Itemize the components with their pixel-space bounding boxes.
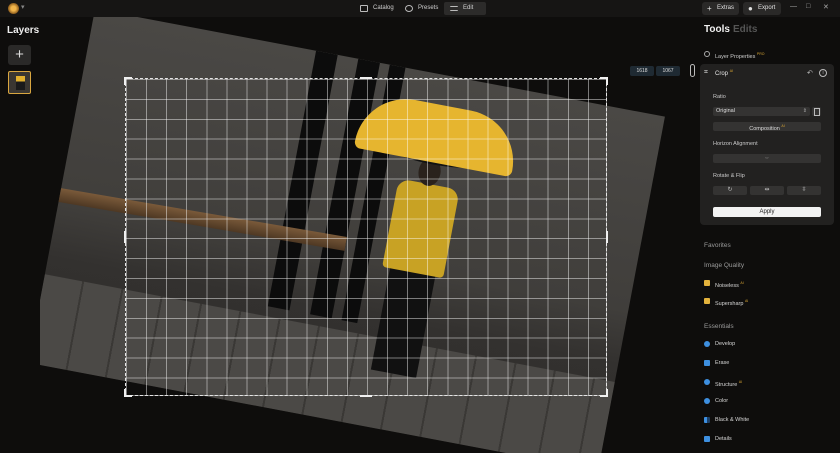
tab-presets[interactable]: Presets <box>399 2 441 15</box>
tool-develop[interactable]: Develop <box>704 339 735 349</box>
tool-label: Supersharp <box>715 300 744 307</box>
tool-label: Noiseless <box>715 282 739 289</box>
erase-icon <box>704 360 710 366</box>
supersharp-icon <box>704 298 710 304</box>
structure-icon <box>704 379 710 385</box>
apply-button[interactable]: Apply <box>713 207 821 217</box>
ratio-select[interactable]: Original ⇕ <box>713 107 810 116</box>
rotate-button[interactable]: ↻ <box>713 186 747 195</box>
layer-thumbnail[interactable] <box>8 71 31 94</box>
edits-tab[interactable]: Edits <box>733 24 757 35</box>
presets-icon <box>405 5 413 12</box>
export-label: Export <box>758 5 776 11</box>
layers-title: Layers <box>7 25 40 36</box>
crop-edge-handle[interactable] <box>360 395 372 397</box>
tool-label: Develop <box>715 341 736 347</box>
tool-supersharp[interactable]: Supersharp AI <box>704 296 749 307</box>
catalog-icon <box>360 5 368 12</box>
ratio-value: Original <box>716 108 735 114</box>
crop-corner-handle[interactable] <box>124 389 126 397</box>
tool-label: Erase <box>715 360 730 366</box>
ai-badge: AI <box>781 124 785 128</box>
tab-catalog[interactable]: Catalog <box>354 2 396 15</box>
tab-edit[interactable]: Edit <box>444 2 486 15</box>
export-icon: ● <box>748 4 753 13</box>
composition-button[interactable]: Composition AI <box>713 122 821 132</box>
info-icon[interactable]: i <box>819 69 827 77</box>
details-icon <box>704 436 710 442</box>
ai-badge: AI <box>740 281 744 285</box>
color-icon <box>704 398 710 404</box>
link-icon[interactable] <box>690 64 695 77</box>
layer-properties-icon <box>704 51 710 57</box>
tool-color[interactable]: Color <box>704 396 728 406</box>
tool-label: Color <box>715 398 729 404</box>
ai-badge: AI <box>744 299 749 303</box>
image-quality-title: Image Quality <box>704 262 745 269</box>
tool-label: Black & White <box>715 417 750 423</box>
horizon-alignment-label: Horizon Alignment <box>713 141 758 147</box>
crop-corner-handle[interactable] <box>606 77 608 85</box>
plus-icon: + <box>707 4 712 13</box>
crop-frame[interactable] <box>124 77 608 397</box>
crop-width-value[interactable]: 1618 <box>630 66 654 76</box>
crop-edge-handle[interactable] <box>360 77 372 79</box>
flip-horizontal-button[interactable]: ⇹ <box>750 186 784 195</box>
crop-icon: ⌗ <box>704 69 708 76</box>
image-canvas[interactable] <box>40 17 698 453</box>
favorites-title: Favorites <box>704 242 731 249</box>
tab-catalog-label: Catalog <box>373 5 394 11</box>
crop-title: Crop <box>715 71 729 77</box>
tab-edit-label: Edit <box>463 5 474 11</box>
minimize-button[interactable]: — <box>790 3 797 10</box>
extras-label: Extras <box>717 5 735 11</box>
edit-icon <box>450 6 458 11</box>
extras-button[interactable]: + Extras <box>702 2 739 15</box>
rotate-flip-label: Rotate & Flip <box>713 173 745 179</box>
crop-height-value[interactable]: 1067 <box>656 66 680 76</box>
crop-corner-handle[interactable] <box>124 77 126 85</box>
composition-label: Composition <box>749 125 780 132</box>
crop-edge-handle[interactable] <box>124 231 126 243</box>
chevron-updown-icon: ⇕ <box>802 108 807 114</box>
tab-presets-label: Presets <box>418 5 439 11</box>
tool-noiseless[interactable]: Noiseless AI <box>704 278 744 289</box>
crop-header[interactable]: ⌗ Crop AI <box>704 69 733 77</box>
pro-badge: PRO <box>756 52 765 56</box>
tool-structure[interactable]: Structure AI <box>704 377 743 388</box>
tool-black-white[interactable]: Black & White <box>704 415 749 425</box>
ratio-label: Ratio <box>713 94 726 100</box>
crop-corner-handle[interactable] <box>606 389 608 397</box>
layer-properties-item[interactable]: Layer Properties PRO <box>704 49 765 60</box>
undo-icon[interactable]: ↶ <box>807 69 813 77</box>
black-white-icon <box>704 417 710 423</box>
export-button[interactable]: ● Export <box>743 2 781 15</box>
top-bar: ▾ Catalog Presets Edit + Extras ● Export… <box>0 0 840 17</box>
ai-badge: AI <box>729 69 733 73</box>
noiseless-icon <box>704 280 710 286</box>
tools-tab[interactable]: Tools <box>704 24 730 35</box>
horizon-alignment-button[interactable]: ⇔ <box>713 154 821 163</box>
close-button[interactable]: ✕ <box>823 3 829 11</box>
develop-icon <box>704 341 710 347</box>
ai-badge: AI <box>738 380 743 384</box>
tool-label: Details <box>715 436 732 442</box>
tool-details[interactable]: Details <box>704 434 732 444</box>
chevron-down-icon[interactable]: ▾ <box>21 3 25 11</box>
add-layer-button[interactable]: + <box>8 45 31 65</box>
crop-panel: ⌗ Crop AI ↶ i Ratio Original ⇕ Compositi… <box>700 64 834 225</box>
layer-properties-label: Layer Properties <box>715 53 756 60</box>
tool-label: Structure <box>715 381 738 388</box>
app-logo-icon[interactable] <box>8 3 19 14</box>
flip-vertical-button[interactable]: ⇳ <box>787 186 821 195</box>
tool-erase[interactable]: Erase <box>704 358 729 368</box>
orientation-button[interactable] <box>812 107 821 116</box>
maximize-button[interactable]: □ <box>806 3 810 10</box>
layer-thumbnail-image <box>16 76 25 90</box>
essentials-title: Essentials <box>704 323 734 330</box>
crop-edge-handle[interactable] <box>606 231 608 243</box>
